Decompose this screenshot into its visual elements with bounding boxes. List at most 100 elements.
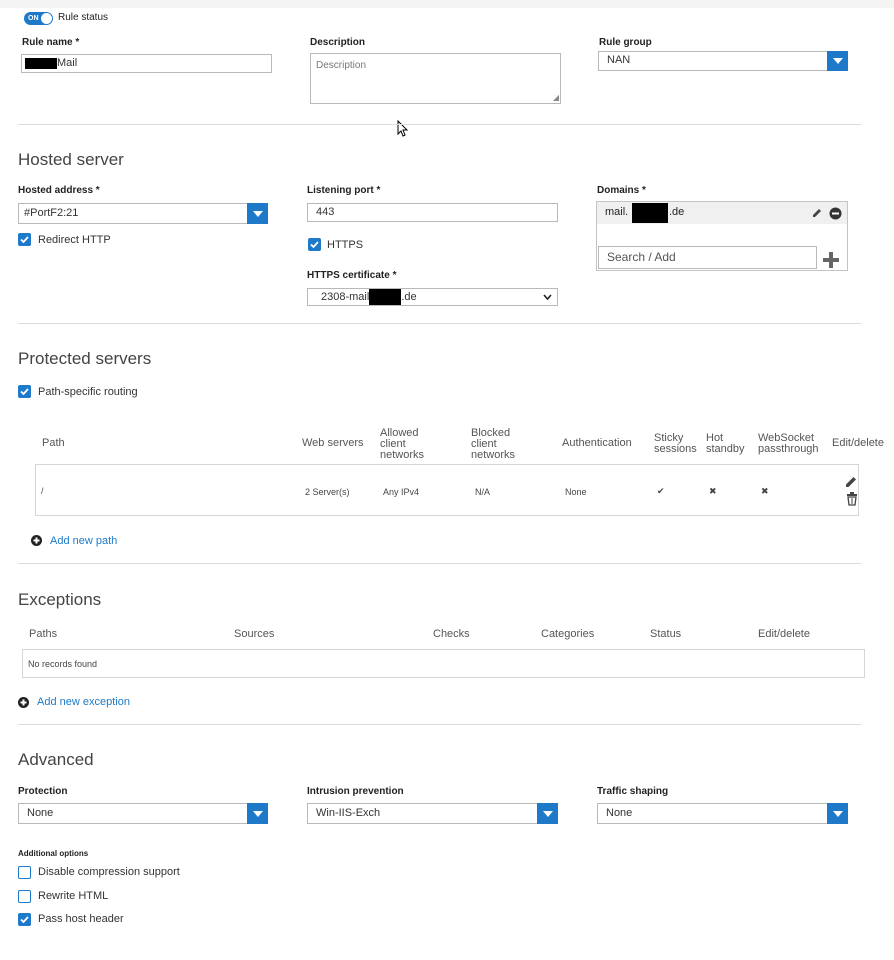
divider: [18, 563, 861, 564]
edit-pencil-icon[interactable]: [811, 207, 823, 219]
trash-icon[interactable]: [846, 492, 858, 506]
cross-icon: ✖: [761, 486, 769, 496]
col-edit-delete: Edit/delete: [832, 437, 884, 449]
protection-value: None: [27, 807, 54, 819]
pass-host-header-checkbox[interactable]: [18, 913, 31, 926]
col-path: Path: [42, 437, 65, 449]
divider: [18, 124, 861, 125]
hosted-address-label: Hosted address *: [18, 185, 100, 196]
col-checks: Checks: [433, 628, 470, 640]
traffic-shaping-value: None: [606, 807, 633, 819]
col-edit-delete: Edit/delete: [758, 628, 810, 640]
exceptions-empty-row: No records found: [22, 649, 865, 678]
toggle-knob: [41, 13, 52, 24]
https-certificate-select[interactable]: 2308-mail .de: [307, 288, 558, 306]
domain-search-placeholder: Search / Add: [607, 250, 676, 264]
row-web-servers[interactable]: 2 Server(s): [305, 487, 350, 497]
description-textarea[interactable]: Description ◢: [310, 53, 561, 104]
remove-circle-icon[interactable]: [829, 207, 842, 220]
listening-port-label: Listening port *: [307, 185, 381, 196]
traffic-shaping-label: Traffic shaping: [597, 786, 669, 797]
no-records-text: No records found: [28, 659, 98, 669]
check-icon: ✔: [657, 486, 665, 496]
https-certificate-label: HTTPS certificate *: [307, 270, 397, 281]
domain-search-input[interactable]: Search / Add: [598, 246, 817, 269]
intrusion-prevention-select[interactable]: Win-IIS-Exch: [307, 803, 558, 824]
listening-port-value: 443: [316, 206, 335, 218]
certificate-value-prefix: 2308-mail: [321, 291, 370, 303]
intrusion-dropdown-button[interactable]: [537, 803, 558, 824]
hosted-address-select[interactable]: #PortF2:21: [18, 203, 268, 224]
checkmark-icon: [20, 388, 29, 396]
rule-name-value: Mail: [57, 57, 78, 69]
divider: [18, 724, 861, 725]
hosted-server-title: Hosted server: [18, 150, 124, 169]
plus-add-icon[interactable]: [823, 252, 839, 268]
traffic-shaping-select[interactable]: None: [597, 803, 848, 824]
rewrite-html-checkbox[interactable]: [18, 890, 31, 903]
chevron-down-icon: [252, 210, 263, 217]
add-circle-icon[interactable]: [18, 697, 29, 708]
mouse-cursor-icon: [397, 120, 409, 137]
col-hot-standby: Hot standby: [706, 432, 745, 455]
redirect-http-checkbox[interactable]: [18, 233, 31, 246]
table-row[interactable]: / 2 Server(s) Any IPv4 N/A None ✔ ✖ ✖: [35, 464, 859, 516]
hosted-address-dropdown-button[interactable]: [247, 203, 268, 224]
rule-group-label: Rule group: [599, 37, 652, 48]
protection-dropdown-button[interactable]: [247, 803, 268, 824]
checkmark-icon: [310, 241, 319, 249]
listening-port-input[interactable]: 443: [307, 203, 558, 222]
rule-group-dropdown-button[interactable]: [827, 51, 848, 71]
col-categories: Categories: [541, 628, 595, 640]
rule-group-value: NAN: [607, 54, 631, 66]
rewrite-html-label: Rewrite HTML: [38, 890, 109, 902]
traffic-dropdown-button[interactable]: [827, 803, 848, 824]
rule-name-input[interactable]: Mail: [21, 54, 272, 73]
chevron-down-icon: [832, 58, 843, 64]
toggle-on-text: ON: [28, 15, 39, 22]
row-allowed: Any IPv4: [383, 487, 420, 497]
domain-prefix: mail.: [605, 206, 629, 218]
protection-select[interactable]: None: [18, 803, 268, 824]
chevron-down-icon: [252, 810, 263, 817]
description-placeholder: Description: [316, 60, 367, 71]
domain-suffix: .de: [669, 206, 685, 218]
col-paths: Paths: [29, 628, 58, 640]
rule-status-toggle[interactable]: ON: [24, 12, 53, 25]
checkmark-icon: [20, 236, 29, 244]
chevron-down-icon: [832, 810, 843, 817]
redirect-http-label: Redirect HTTP: [38, 234, 111, 246]
checkmark-icon: [20, 916, 29, 924]
chevron-down-icon: [543, 294, 552, 301]
col-sticky-sessions: Sticky sessions: [654, 432, 697, 455]
edit-pencil-icon[interactable]: [844, 475, 858, 489]
redacted-block: [369, 289, 402, 306]
col-web-servers: Web servers: [302, 437, 364, 449]
row-blocked: N/A: [475, 487, 491, 497]
additional-options-label: Additional options: [18, 849, 89, 858]
protection-label: Protection: [18, 786, 68, 797]
add-new-path-link[interactable]: Add new path: [50, 535, 117, 547]
col-sources: Sources: [234, 628, 275, 640]
rule-group-select[interactable]: NAN: [598, 51, 848, 71]
hosted-address-value: #PortF2:21: [24, 207, 79, 219]
path-routing-label: Path-specific routing: [38, 386, 138, 398]
row-path: /: [41, 486, 44, 496]
https-checkbox[interactable]: [308, 238, 321, 251]
exceptions-title: Exceptions: [18, 590, 102, 609]
chevron-down-icon: [542, 810, 553, 817]
domain-entry: mail. .de: [597, 202, 847, 224]
add-circle-icon[interactable]: [31, 535, 42, 546]
path-routing-checkbox[interactable]: [18, 385, 31, 398]
intrusion-prevention-label: Intrusion prevention: [307, 786, 404, 797]
add-new-exception-link[interactable]: Add new exception: [37, 696, 130, 708]
rule-name-label: Rule name *: [22, 37, 80, 48]
domains-label: Domains *: [597, 185, 646, 196]
https-label: HTTPS: [327, 239, 364, 251]
col-blocked-networks: Blocked client networks: [471, 427, 516, 461]
resize-handle-icon[interactable]: ◢: [553, 94, 559, 102]
disable-compression-label: Disable compression support: [38, 866, 180, 878]
domains-box: mail. .de Search / Add: [596, 201, 848, 271]
col-websocket: WebSocket passthrough: [758, 432, 819, 455]
disable-compression-checkbox[interactable]: [18, 866, 31, 879]
